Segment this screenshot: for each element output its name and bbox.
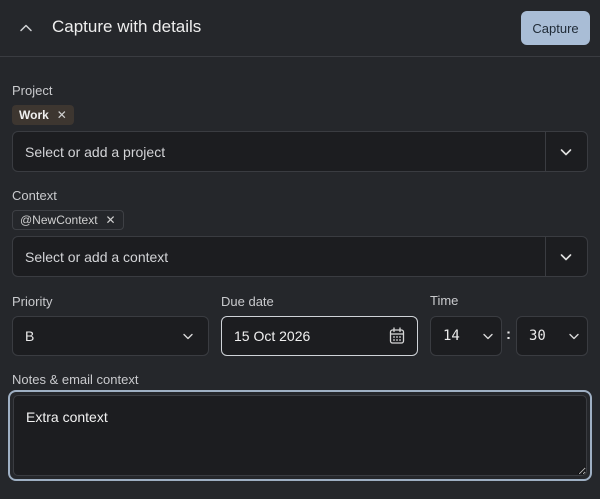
- chevron-down-icon: [483, 333, 493, 340]
- context-input[interactable]: Select or add a context: [25, 249, 168, 265]
- panel-title: Capture with details: [52, 17, 202, 36]
- due-date-label: Due date: [221, 294, 274, 309]
- project-chip: Work ✕: [12, 105, 74, 125]
- panel-header: Capture with details Capture: [0, 0, 600, 57]
- project-label: Project: [12, 83, 53, 98]
- chevron-down-icon: [569, 333, 579, 340]
- chevron-down-icon[interactable]: [558, 249, 574, 265]
- hour-select[interactable]: 14: [430, 316, 502, 356]
- priority-select[interactable]: B: [12, 316, 209, 356]
- divider: [545, 132, 546, 171]
- chevron-down-icon[interactable]: [558, 144, 574, 160]
- context-chip-label: @NewContext: [20, 213, 98, 227]
- calendar-icon[interactable]: [389, 327, 405, 345]
- time-separator: :: [506, 326, 511, 343]
- minute-select[interactable]: 30: [516, 316, 588, 356]
- minute-value: 30: [529, 328, 546, 344]
- context-label: Context: [12, 188, 57, 203]
- context-chip: @NewContext ✕: [12, 210, 124, 230]
- priority-label: Priority: [12, 294, 53, 309]
- notes-focus-ring: Extra context: [8, 390, 592, 481]
- close-icon[interactable]: ✕: [106, 213, 116, 227]
- notes-label: Notes & email context: [12, 372, 139, 387]
- due-date-field[interactable]: 15 Oct 2026: [221, 316, 418, 356]
- priority-value: B: [25, 328, 35, 344]
- time-label: Time: [430, 293, 459, 308]
- project-chip-label: Work: [19, 108, 49, 122]
- chevron-down-icon: [183, 333, 193, 340]
- due-date-value[interactable]: 15 Oct 2026: [234, 328, 310, 344]
- context-combobox[interactable]: Select or add a context: [12, 236, 588, 277]
- chevron-up-icon: [20, 24, 32, 32]
- close-icon[interactable]: ✕: [57, 108, 67, 122]
- notes-textarea[interactable]: Extra context: [13, 395, 587, 476]
- collapse-button[interactable]: [14, 17, 38, 39]
- project-input[interactable]: Select or add a project: [25, 144, 165, 160]
- capture-button[interactable]: Capture: [521, 11, 590, 45]
- hour-value: 14: [443, 328, 460, 344]
- divider: [545, 237, 546, 276]
- project-combobox[interactable]: Select or add a project: [12, 131, 588, 172]
